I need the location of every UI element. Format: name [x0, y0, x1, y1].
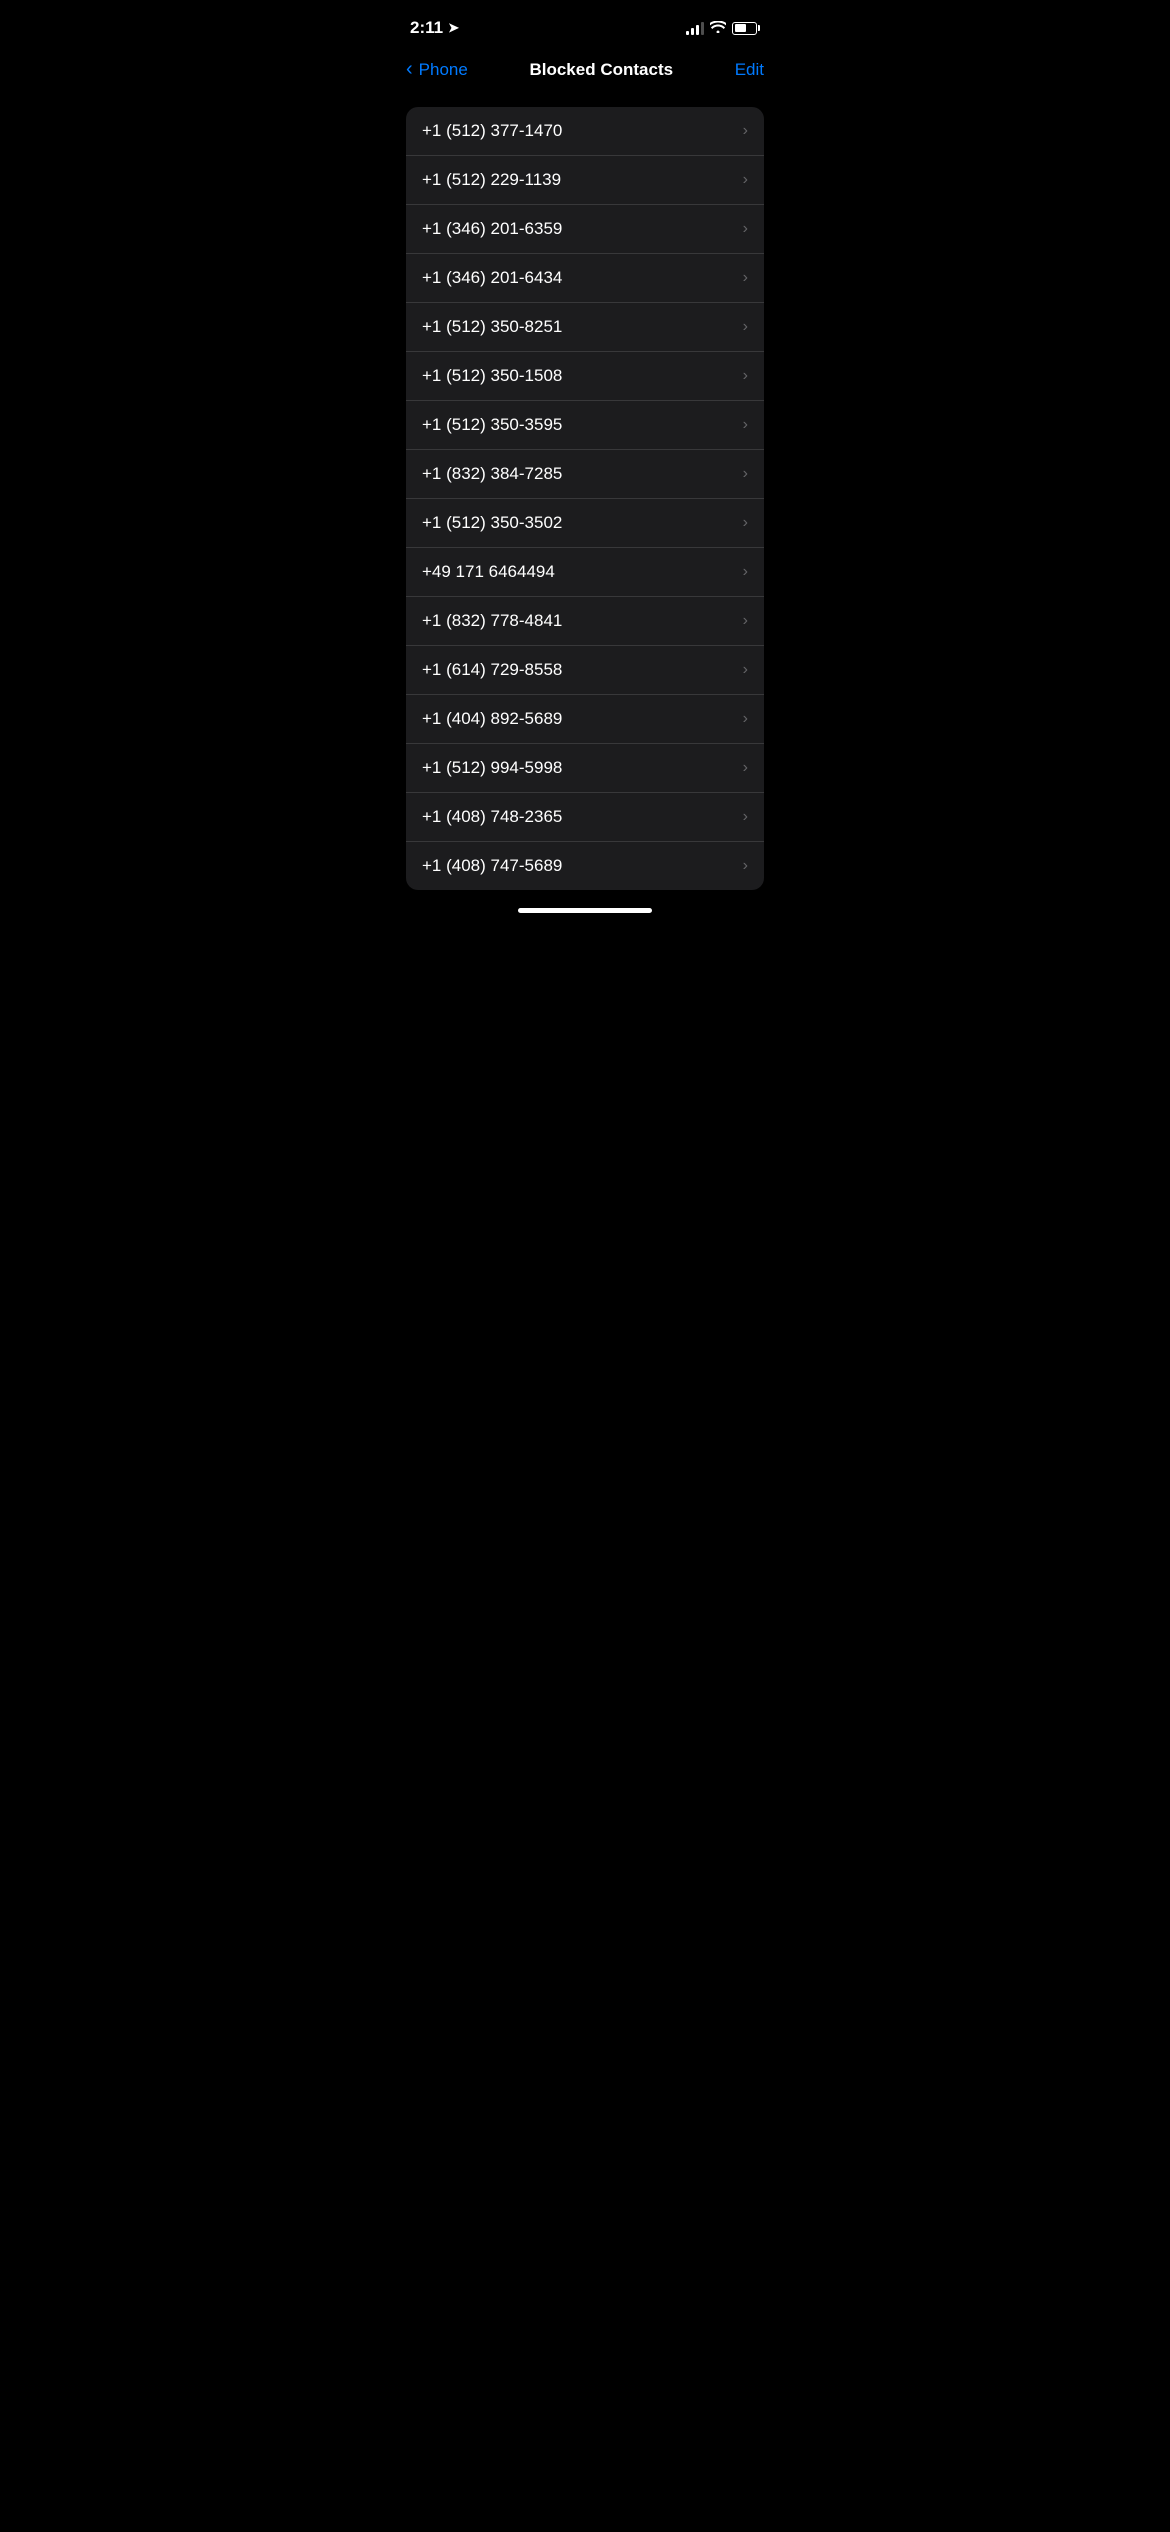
battery-icon	[732, 22, 760, 35]
list-item[interactable]: +1 (404) 892-5689 ›	[406, 695, 764, 744]
chevron-right-icon: ›	[743, 563, 748, 581]
chevron-right-icon: ›	[743, 367, 748, 385]
list-item[interactable]: +1 (614) 729-8558 ›	[406, 646, 764, 695]
list-item[interactable]: +1 (512) 350-3502 ›	[406, 499, 764, 548]
chevron-right-icon: ›	[743, 857, 748, 875]
phone-number: +1 (832) 778-4841	[422, 611, 562, 631]
blocked-contacts-list: +1 (512) 377-1470›+1 (512) 229-1139›+1 (…	[406, 107, 764, 890]
phone-number: +1 (512) 994-5998	[422, 758, 562, 778]
list-item[interactable]: +1 (512) 350-3595 ›	[406, 401, 764, 450]
wifi-icon	[710, 20, 726, 36]
edit-button[interactable]: Edit	[735, 60, 764, 80]
list-item[interactable]: +1 (512) 994-5998 ›	[406, 744, 764, 793]
chevron-right-icon: ›	[743, 612, 748, 630]
chevron-right-icon: ›	[743, 514, 748, 532]
list-item[interactable]: +1 (346) 201-6434 ›	[406, 254, 764, 303]
phone-number: +1 (832) 384-7285	[422, 464, 562, 484]
chevron-right-icon: ›	[743, 416, 748, 434]
chevron-right-icon: ›	[743, 465, 748, 483]
home-bar	[518, 908, 652, 913]
signal-bar-3	[696, 25, 699, 35]
list-item[interactable]: +1 (346) 201-6359 ›	[406, 205, 764, 254]
status-time: 2:11 ➤	[410, 18, 459, 38]
phone-number: +1 (512) 229-1139	[422, 170, 561, 190]
phone-number: +1 (512) 350-1508	[422, 366, 562, 386]
chevron-right-icon: ›	[743, 759, 748, 777]
phone-number: +1 (408) 748-2365	[422, 807, 562, 827]
phone-number: +1 (408) 747-5689	[422, 856, 562, 876]
list-item[interactable]: +1 (512) 377-1470 ›	[406, 107, 764, 156]
chevron-right-icon: ›	[743, 661, 748, 679]
list-item[interactable]: +1 (512) 350-8251 ›	[406, 303, 764, 352]
page-title: Blocked Contacts	[529, 60, 673, 80]
back-button[interactable]: ‹ Phone	[406, 58, 468, 81]
phone-number: +1 (512) 350-8251	[422, 317, 562, 337]
chevron-right-icon: ›	[743, 710, 748, 728]
location-icon: ➤	[448, 20, 459, 36]
back-chevron-icon: ‹	[406, 58, 413, 81]
nav-bar: ‹ Phone Blocked Contacts Edit	[390, 50, 780, 97]
home-indicator	[390, 900, 780, 921]
chevron-right-icon: ›	[743, 318, 748, 336]
chevron-right-icon: ›	[743, 269, 748, 287]
list-item[interactable]: +49 171 6464494 ›	[406, 548, 764, 597]
chevron-right-icon: ›	[743, 171, 748, 189]
phone-number: +1 (512) 377-1470	[422, 121, 562, 141]
chevron-right-icon: ›	[743, 220, 748, 238]
phone-number: +1 (512) 350-3502	[422, 513, 562, 533]
phone-number: +1 (614) 729-8558	[422, 660, 562, 680]
signal-bar-1	[686, 31, 689, 35]
phone-number: +1 (512) 350-3595	[422, 415, 562, 435]
list-item[interactable]: +1 (832) 778-4841 ›	[406, 597, 764, 646]
phone-number: +1 (346) 201-6434	[422, 268, 562, 288]
status-icons	[686, 20, 760, 36]
phone-number: +1 (346) 201-6359	[422, 219, 562, 239]
list-item[interactable]: +1 (512) 350-1508 ›	[406, 352, 764, 401]
list-item[interactable]: +1 (408) 747-5689 ›	[406, 842, 764, 890]
phone-number: +49 171 6464494	[422, 562, 555, 582]
list-item[interactable]: +1 (512) 229-1139 ›	[406, 156, 764, 205]
list-item[interactable]: +1 (832) 384-7285 ›	[406, 450, 764, 499]
signal-bar-4	[701, 22, 704, 35]
list-item[interactable]: +1 (408) 748-2365 ›	[406, 793, 764, 842]
signal-bar-2	[691, 28, 694, 35]
status-bar: 2:11 ➤	[390, 0, 780, 50]
signal-icon	[686, 21, 704, 35]
chevron-right-icon: ›	[743, 808, 748, 826]
back-label: Phone	[419, 60, 468, 80]
chevron-right-icon: ›	[743, 122, 748, 140]
time-display: 2:11	[410, 18, 443, 38]
phone-number: +1 (404) 892-5689	[422, 709, 562, 729]
